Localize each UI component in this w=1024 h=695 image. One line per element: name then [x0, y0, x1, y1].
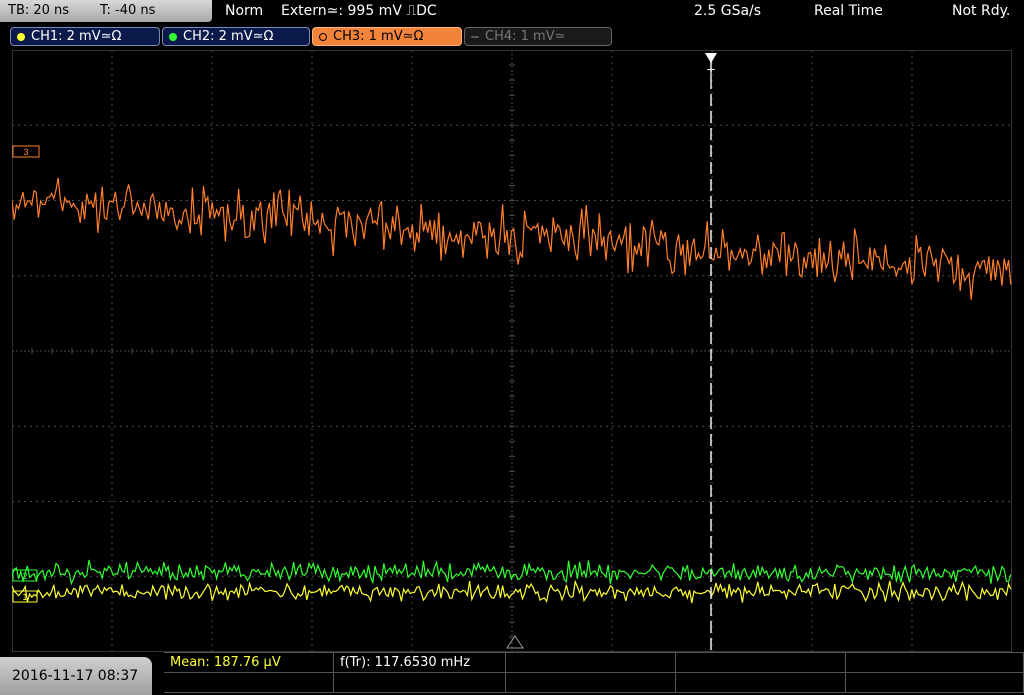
status-bar: TB: 20 ns T: -40 ns Norm Extern≃: 995 mV…: [0, 0, 1024, 24]
channel-3-label: CH3: 1 mV≃Ω: [333, 29, 424, 44]
channel-2-label: CH2: 2 mV≃Ω: [183, 29, 274, 44]
channel-2-dot-icon: [169, 33, 177, 41]
measurement-panel: Mean: 187.76 µV f(Tr): 117.6530 mHz: [164, 652, 1024, 695]
channel-3-dot-icon: [319, 33, 327, 41]
acquisition-status: Not Rdy.: [952, 3, 1011, 19]
measurement-slot-9[interactable]: [676, 673, 846, 693]
channel-2-button[interactable]: CH2: 2 mV≃Ω: [162, 27, 310, 46]
timebase-readout: TB: 20 ns: [8, 3, 70, 18]
oscilloscope-screen: TB: 20 ns T: -40 ns Norm Extern≃: 995 mV…: [0, 0, 1024, 695]
channel-4-label: CH4: 1 mV≃: [485, 29, 566, 44]
measurement-slot-7[interactable]: [334, 673, 506, 693]
ch2-offset-label: 2: [22, 571, 27, 581]
ch1-offset-label: 1: [22, 592, 27, 602]
channel-1-label: CH1: 2 mV≃Ω: [31, 29, 122, 44]
measurement-slot-10[interactable]: [846, 673, 1024, 693]
waveform-display[interactable]: T 3 2 1: [12, 50, 1012, 652]
timebase-panel[interactable]: TB: 20 ns T: -40 ns: [0, 0, 212, 22]
datetime-panel: 2016-11-17 08:37: [0, 657, 152, 695]
trigger-marker-label: T: [707, 66, 715, 81]
measurement-slot-4[interactable]: [676, 653, 846, 673]
frequency-measurement[interactable]: f(Tr): 117.6530 mHz: [334, 653, 506, 673]
channel-1-button[interactable]: CH1: 2 mV≃Ω: [10, 27, 160, 46]
ch3-offset-label: 3: [23, 147, 28, 157]
acquisition-mode: Real Time: [814, 3, 883, 19]
channel-3-button[interactable]: CH3: 1 mV≃Ω: [312, 27, 462, 46]
measurement-slot-3[interactable]: [506, 653, 676, 673]
mean-measurement[interactable]: Mean: 187.76 µV: [164, 653, 334, 673]
measurement-slot-6[interactable]: [164, 673, 334, 693]
trigger-time-readout: T: -40 ns: [100, 3, 156, 18]
channel-1-dot-icon: [17, 33, 25, 41]
channel-4-button[interactable]: CH4: 1 mV≃: [464, 27, 612, 46]
sample-rate: 2.5 GSa/s: [694, 3, 762, 19]
measurement-slot-8[interactable]: [506, 673, 676, 693]
channel-4-dash-icon: [471, 36, 479, 38]
trigger-source[interactable]: Extern≃: 995 mV ⎍DC: [281, 0, 437, 22]
measurement-slot-5[interactable]: [846, 653, 1024, 673]
trigger-mode[interactable]: Norm: [225, 0, 263, 22]
